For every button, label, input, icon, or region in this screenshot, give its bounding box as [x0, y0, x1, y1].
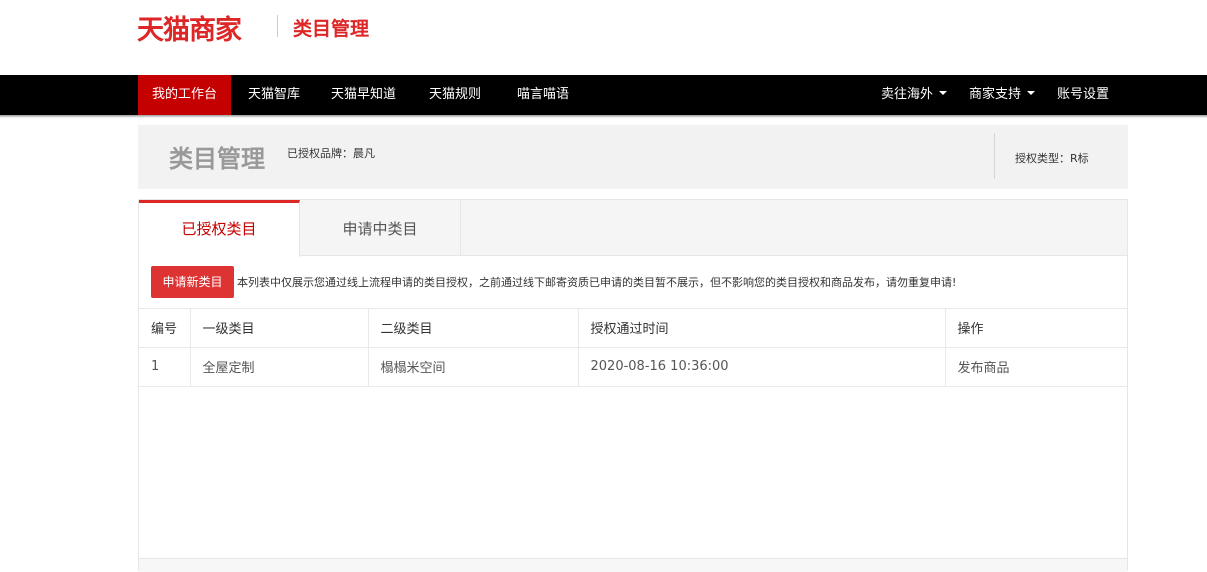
- column-header-id: 编号: [139, 308, 191, 348]
- tmall-merchant-logo[interactable]: 天猫商家: [137, 8, 242, 47]
- nav-item-meow-talk[interactable]: 喵言喵语: [517, 75, 569, 115]
- authorization-type-text: 授权类型：R标: [1015, 152, 1089, 165]
- category-tabs: 已授权类目 申请中类目: [139, 200, 1127, 257]
- page-title: 类目管理: [169, 145, 265, 173]
- header-divider: [994, 133, 995, 179]
- nav-item-workbench[interactable]: 我的工作台: [138, 75, 231, 115]
- authorized-brand-text: 已授权品牌：晨凡: [287, 147, 375, 160]
- nav-item-tmall-think-tank[interactable]: 天猫智库: [248, 75, 300, 115]
- chevron-down-icon: [939, 90, 948, 95]
- nav-item-account-settings[interactable]: 账号设置: [1057, 75, 1109, 115]
- nav-item-sell-overseas[interactable]: 卖往海外: [881, 75, 948, 115]
- tab-authorized-categories[interactable]: 已授权类目: [139, 200, 300, 257]
- nav-shadow: [0, 115, 1207, 118]
- brand-page-name: 类目管理: [293, 18, 370, 40]
- cell-level2: 榻榻米空间: [368, 347, 579, 387]
- column-header-level1: 一级类目: [190, 308, 369, 348]
- nav-item-sell-overseas-label: 卖往海外: [881, 87, 934, 102]
- cell-id: 1: [139, 347, 191, 387]
- chevron-down-icon: [1027, 90, 1036, 95]
- brand-bar: 天猫商家 类目管理: [0, 0, 1207, 75]
- category-table: 编号 一级类目 二级类目 授权通过时间 操作 1 全屋定制 榻榻米空间 2020…: [139, 308, 1127, 387]
- publish-product-link[interactable]: 发布商品: [945, 347, 1127, 387]
- category-card: 已授权类目 申请中类目 申请新类目 本列表中仅展示您通过线上流程申请的类目授权，…: [138, 199, 1128, 572]
- nav-item-merchant-support-label: 商家支持: [969, 87, 1022, 102]
- tab-pending-categories[interactable]: 申请中类目: [300, 200, 461, 256]
- apply-new-category-button[interactable]: 申请新类目: [151, 266, 234, 298]
- column-header-level2: 二级类目: [368, 308, 579, 348]
- cell-time: 2020-08-16 10:36:00: [578, 347, 946, 387]
- logo-divider: [277, 15, 278, 37]
- column-header-action: 操作: [945, 308, 1127, 348]
- notice-text: 本列表中仅展示您通过线上流程申请的类目授权，之前通过线下邮寄资质已申请的类目暂不…: [237, 276, 957, 289]
- cell-level1: 全屋定制: [190, 347, 369, 387]
- page-header-panel: 类目管理 已授权品牌：晨凡 授权类型：R标: [138, 125, 1128, 189]
- nav-item-tmall-early-know[interactable]: 天猫早知道: [331, 75, 396, 115]
- top-navigation: 我的工作台 天猫智库 天猫早知道 天猫规则 喵言喵语 卖往海外 商家支持 账号设…: [0, 75, 1207, 115]
- card-footer: [139, 558, 1127, 572]
- nav-item-tmall-rules[interactable]: 天猫规则: [429, 75, 481, 115]
- nav-item-merchant-support[interactable]: 商家支持: [969, 75, 1036, 115]
- column-header-time: 授权通过时间: [578, 308, 946, 348]
- table-header-row: 编号 一级类目 二级类目 授权通过时间 操作: [139, 308, 1127, 348]
- table-row: 1 全屋定制 榻榻米空间 2020-08-16 10:36:00 发布商品: [139, 347, 1127, 387]
